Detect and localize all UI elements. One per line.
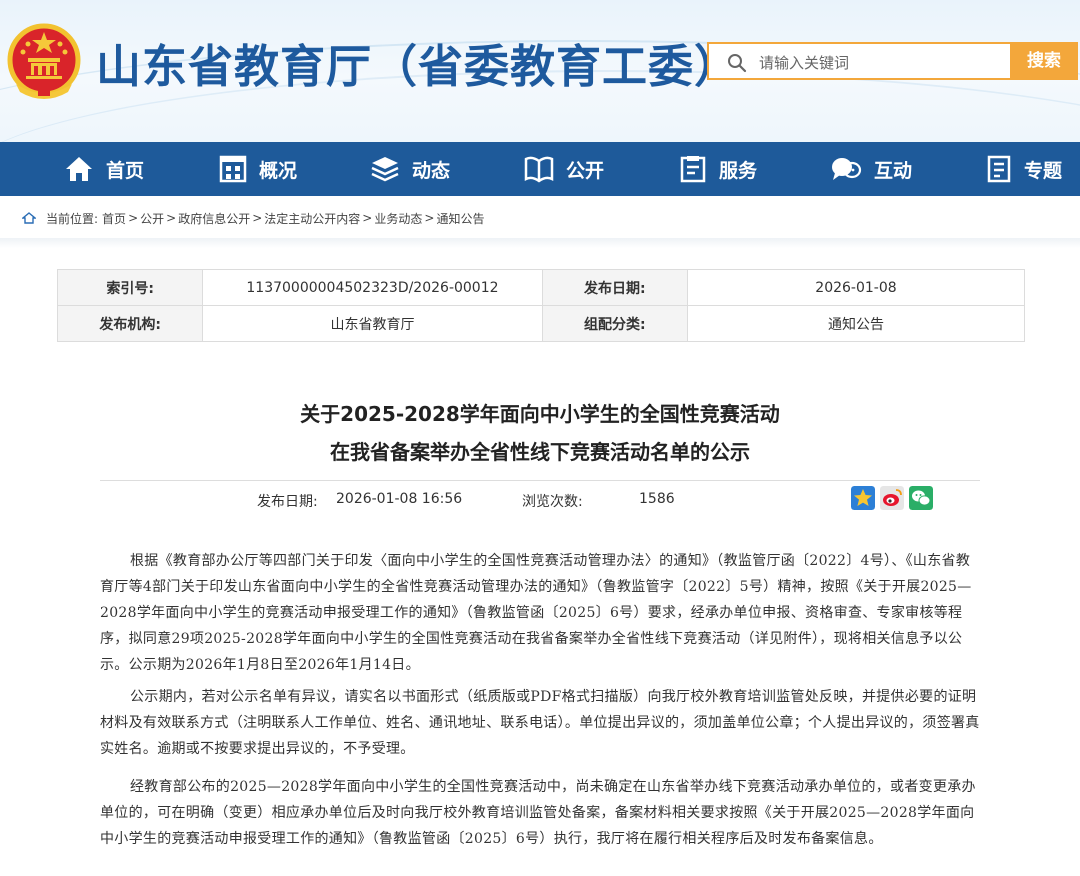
breadcrumb-link-notices[interactable]: 通知公告 xyxy=(436,210,484,227)
date-value: 2026-01-08 xyxy=(686,269,1026,306)
content-shadow xyxy=(0,238,1080,248)
nav-item-news[interactable]: 动态 xyxy=(370,142,450,196)
article-title-line-2: 在我省备案举办全省性线下竞赛活动名单的公示 xyxy=(330,440,750,464)
topic-doc-icon xyxy=(987,155,1011,183)
favorite-star-share-icon[interactable] xyxy=(851,486,875,510)
search-icon xyxy=(728,54,747,73)
nav-item-service[interactable]: 服务 xyxy=(679,142,757,196)
nav-label: 服务 xyxy=(719,159,758,182)
title-divider xyxy=(100,480,980,481)
date-label: 发布日期: xyxy=(541,269,688,306)
location-home-icon xyxy=(22,212,36,224)
breadcrumb: 当前位置: 首页 > 公开 > 政府信息公开 > 法定主动公开内容 > 业务动态 > 通知… xyxy=(22,208,484,228)
wechat-share-icon[interactable] xyxy=(909,486,933,510)
building-icon xyxy=(219,155,247,183)
search-input[interactable] xyxy=(757,50,1001,76)
chat-bubbles-icon xyxy=(832,158,862,180)
breadcrumb-link-gov-info[interactable]: 政府信息公开 xyxy=(178,210,250,227)
publish-datetime: 2026-01-08 16:56 xyxy=(336,491,463,507)
table-row: 发布机构: 山东省教育厅 组配分类: 通知公告 xyxy=(56,305,1026,342)
nav-item-interact[interactable]: 互动 xyxy=(830,142,912,196)
breadcrumb-link-open[interactable]: 公开 xyxy=(140,210,164,227)
nav-item-open[interactable]: 公开 xyxy=(524,142,604,196)
nav-label: 动态 xyxy=(412,159,451,182)
news-stack-icon xyxy=(371,157,399,182)
article-title: 关于2025-2028学年面向中小学生的全国性竞赛活动 在我省备案举办全省性线下… xyxy=(100,395,980,471)
index-label: 索引号: xyxy=(56,269,204,306)
national-emblem-icon xyxy=(7,23,81,99)
article-paragraph-1: 根据《教育部办公厅等四部门关于印发〈面向中小学生的全国性竞赛活动管理办法〉的通知… xyxy=(100,553,972,673)
views-label: 浏览次数: xyxy=(522,494,583,510)
breadcrumb-link-business[interactable]: 业务动态 xyxy=(374,210,422,227)
site-header: 山东省教育厅（省委教育工委） 搜索 xyxy=(0,0,1080,142)
site-title: 山东省教育厅（省委教育工委） xyxy=(96,40,741,93)
breadcrumb-link-statutory[interactable]: 法定主动公开内容 xyxy=(264,210,360,227)
breadcrumb-link-home[interactable]: 首页 xyxy=(102,210,126,227)
nav-label: 公开 xyxy=(566,159,605,182)
views-count: 1586 xyxy=(639,491,675,507)
document-info-table: 索引号: 11370000004502323D/2026-00012 发布日期:… xyxy=(56,269,1026,342)
main-nav: 首页 概况 动态 公开 服务 互动 专题 xyxy=(0,142,1080,196)
nav-label: 概况 xyxy=(259,159,298,182)
open-book-icon xyxy=(524,156,554,183)
nav-item-home[interactable]: 首页 xyxy=(64,142,144,196)
article-paragraph-3: 经教育部公布的2025—2028学年面向中小学生的全国性竞赛活动中，尚未确定在山… xyxy=(100,779,976,847)
org-label: 发布机构: xyxy=(56,305,204,342)
service-doc-icon xyxy=(680,156,706,183)
search-button[interactable]: 搜索 xyxy=(1010,42,1078,80)
category-value: 通知公告 xyxy=(686,305,1026,342)
home-icon xyxy=(66,157,92,181)
org-value: 山东省教育厅 xyxy=(202,305,543,342)
nav-item-topic[interactable]: 专题 xyxy=(986,142,1062,196)
table-row: 索引号: 11370000004502323D/2026-00012 发布日期:… xyxy=(56,269,1026,306)
nav-label: 互动 xyxy=(874,159,913,182)
search-box xyxy=(707,42,1010,80)
nav-label: 专题 xyxy=(1024,159,1063,182)
article-paragraph-2: 公示期内，若对公示名单有异议，请实名以书面形式（纸质版或PDF格式扫描版）向我厅… xyxy=(100,689,980,757)
index-value: 11370000004502323D/2026-00012 xyxy=(202,269,543,306)
breadcrumb-prefix: 当前位置: xyxy=(46,211,99,226)
category-label: 组配分类: xyxy=(541,305,688,342)
weibo-share-icon[interactable] xyxy=(880,486,904,510)
nav-label: 首页 xyxy=(106,159,145,182)
article-title-line-1: 关于2025-2028学年面向中小学生的全国性竞赛活动 xyxy=(300,402,780,426)
publish-label: 发布日期: xyxy=(257,494,318,510)
nav-item-overview[interactable]: 概况 xyxy=(219,142,297,196)
